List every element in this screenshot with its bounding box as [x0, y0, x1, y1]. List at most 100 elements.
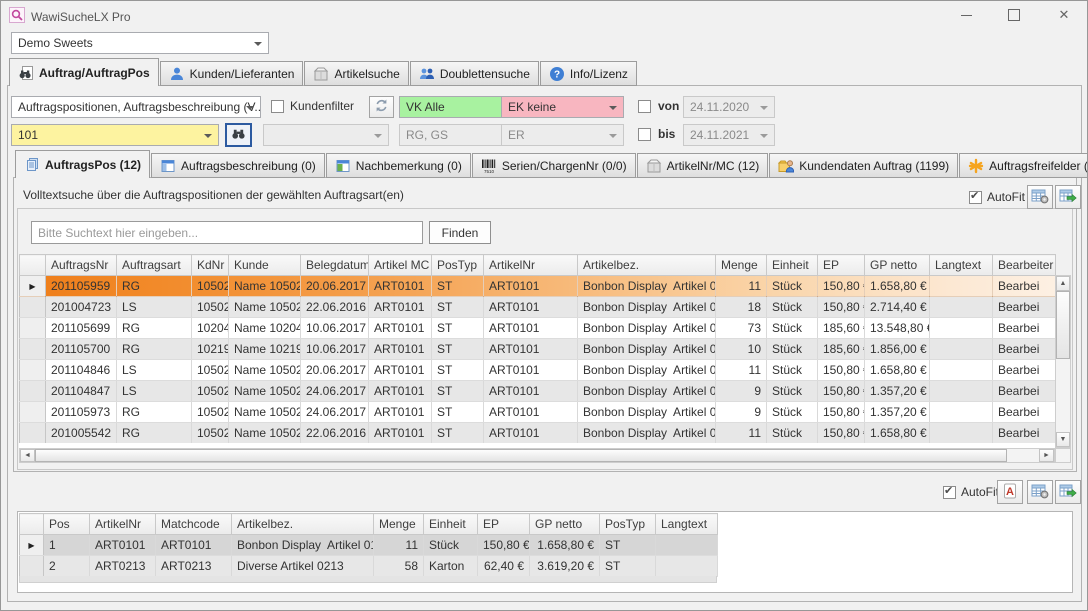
subtab-auftragsfreifelder[interactable]: Auftragsfreifelder (0) [959, 153, 1088, 178]
pdf-export-button[interactable]: A [997, 480, 1023, 504]
scroll-left-button[interactable]: ◄ [20, 449, 35, 462]
close-button[interactable]: ✕ [1047, 1, 1081, 29]
column-header[interactable]: Artikel MC [369, 255, 432, 276]
grid-settings-button-top[interactable] [1027, 185, 1053, 209]
tab-artikelsuche[interactable]: Artikelsuche [304, 61, 408, 86]
column-header[interactable]: PosTyp [432, 255, 484, 276]
ek-filter-select[interactable]: EK keine [501, 96, 624, 118]
column-header[interactable]: PosTyp [600, 514, 656, 535]
tab-auftrag-auftragpos[interactable]: Auftrag/AuftragPos [9, 58, 159, 86]
column-header[interactable]: Langtext [656, 514, 718, 535]
binoculars-document-icon [18, 65, 34, 81]
table-row[interactable]: 201105700RG10219Name 1021910.06.2017ART0… [20, 339, 1056, 360]
subtab-nachbemerkung[interactable]: Nachbemerkung (0) [326, 153, 471, 178]
order-number-combo[interactable]: 101 [11, 124, 219, 146]
secondary-filter-select[interactable] [263, 124, 389, 146]
cell: ST [432, 339, 484, 360]
row-selector[interactable] [20, 297, 46, 318]
subtab-artikelnr-mc[interactable]: ArtikelNr/MC (12) [637, 153, 769, 178]
column-header[interactable]: EP [478, 514, 530, 535]
table-row[interactable]: 201104847LS10502Name 1050224.06.2017ART0… [20, 381, 1056, 402]
column-header[interactable]: Belegdatum [301, 255, 369, 276]
row-selector[interactable] [20, 360, 46, 381]
von-checkbox[interactable] [638, 100, 651, 113]
row-selector[interactable] [20, 318, 46, 339]
cell: LS [117, 360, 192, 381]
kundenfilter-checkbox[interactable] [271, 100, 284, 113]
cell: Stück [767, 297, 818, 318]
column-header[interactable]: Einheit [767, 255, 818, 276]
column-header[interactable]: GP netto [530, 514, 600, 535]
vertical-scrollbar[interactable]: ▲ ▼ [1055, 275, 1071, 448]
app-icon [9, 7, 25, 23]
grid-export-button-top[interactable] [1055, 185, 1081, 209]
row-selector[interactable]: ▶ [20, 535, 44, 556]
column-header[interactable]: Kunde [229, 255, 301, 276]
subtab-serien-chargennr[interactable]: 7510 Serien/ChargenNr (0/0) [472, 153, 636, 178]
column-header[interactable]: GP netto [865, 255, 930, 276]
subtab-kundendaten-auftrag[interactable]: Kundendaten Auftrag (1199) [769, 153, 958, 178]
maximize-button[interactable] [999, 1, 1029, 29]
tab-info-lizenz[interactable]: ? Info/Lizenz [540, 61, 637, 86]
vertical-scroll-thumb[interactable] [1056, 291, 1070, 359]
autofit-checkbox-bottom[interactable] [943, 486, 956, 499]
minimize-button[interactable] [951, 1, 981, 29]
scroll-up-button[interactable]: ▲ [1056, 276, 1070, 291]
refresh-button[interactable] [369, 96, 394, 118]
column-header[interactable]: Langtext [930, 255, 993, 276]
grid-export-button-bottom[interactable] [1055, 480, 1081, 504]
bis-checkbox[interactable] [638, 128, 651, 141]
table-row[interactable]: ▶1ART0101ART0101Bonbon Display Artikel 0… [20, 535, 718, 556]
table-row[interactable]: ▶201105959RG10502Name 1050220.06.2017ART… [20, 276, 1056, 297]
column-header[interactable]: ArtikelNr [90, 514, 156, 535]
von-date-picker[interactable]: 24.11.2020 [683, 96, 775, 118]
grid-export-icon [1059, 483, 1077, 502]
table-row[interactable]: 201104846LS10502Name 1050220.06.2017ART0… [20, 360, 1056, 381]
column-header[interactable]: Einheit [424, 514, 478, 535]
table-row[interactable]: 2ART0213ART0213Diverse Artikel 021358Kar… [20, 556, 718, 577]
row-selector[interactable] [20, 381, 46, 402]
column-header[interactable]: KdNr [192, 255, 229, 276]
column-header[interactable]: AuftragsNr [46, 255, 117, 276]
table-row[interactable]: 201105973RG10502Name 1050224.06.2017ART0… [20, 402, 1056, 423]
column-header[interactable]: EP [818, 255, 865, 276]
er-select[interactable]: ER [501, 124, 624, 146]
column-header[interactable]: Bearbeiter [993, 255, 1056, 276]
bis-date-picker[interactable]: 24.11.2021 [683, 124, 775, 146]
row-selector[interactable]: ▶ [20, 276, 46, 297]
autofit-checkbox-top[interactable] [969, 191, 982, 204]
grid-settings-button-bottom[interactable] [1027, 480, 1053, 504]
tab-doublettensuche[interactable]: Doublettensuche [410, 61, 539, 86]
column-header[interactable]: Pos [44, 514, 90, 535]
column-header[interactable]: Menge [374, 514, 424, 535]
row-selector[interactable] [20, 339, 46, 360]
scroll-right-button[interactable]: ► [1039, 449, 1054, 462]
column-header[interactable]: Matchcode [156, 514, 232, 535]
table-row[interactable]: 201005542RG10502Name 1050222.06.2016ART0… [20, 423, 1056, 444]
fulltext-search-input[interactable] [31, 221, 423, 244]
horizontal-scrollbar[interactable]: ◄ ► [19, 448, 1055, 463]
search-binoculars-button[interactable] [225, 123, 252, 147]
cell: ST [432, 423, 484, 444]
find-button[interactable]: Finden [429, 221, 491, 244]
column-header[interactable]: Artikelbez. [232, 514, 374, 535]
horizontal-scroll-thumb[interactable] [35, 449, 1007, 462]
subtab-auftragspos[interactable]: AuftragsPos (12) [15, 150, 150, 178]
cell: Stück [767, 276, 818, 297]
row-selector[interactable] [20, 556, 44, 577]
subtab-auftragsbeschreibung[interactable]: Auftragsbeschreibung (0) [151, 153, 325, 178]
row-selector[interactable] [20, 402, 46, 423]
table-row[interactable]: 201105699RG10204Name 1020410.06.2017ART0… [20, 318, 1056, 339]
column-header[interactable]: Artikelbez. [578, 255, 716, 276]
profile-select[interactable]: Demo Sweets [11, 32, 269, 54]
row-selector[interactable] [20, 423, 46, 444]
column-header[interactable]: Auftragsart [117, 255, 192, 276]
search-scope-select[interactable]: Auftragspositionen, Auftragsbeschreibung… [11, 96, 261, 118]
column-header[interactable]: ArtikelNr [484, 255, 578, 276]
table-row[interactable]: 201004723LS10502Name 1050222.06.2016ART0… [20, 297, 1056, 318]
column-header[interactable]: Menge [716, 255, 767, 276]
scroll-down-button[interactable]: ▼ [1056, 432, 1070, 447]
tab-kunden-lieferanten[interactable]: Kunden/Lieferanten [160, 61, 304, 86]
cell: 22.06.2016 [301, 423, 369, 444]
autofit-label-top: AutoFit [987, 190, 1025, 204]
